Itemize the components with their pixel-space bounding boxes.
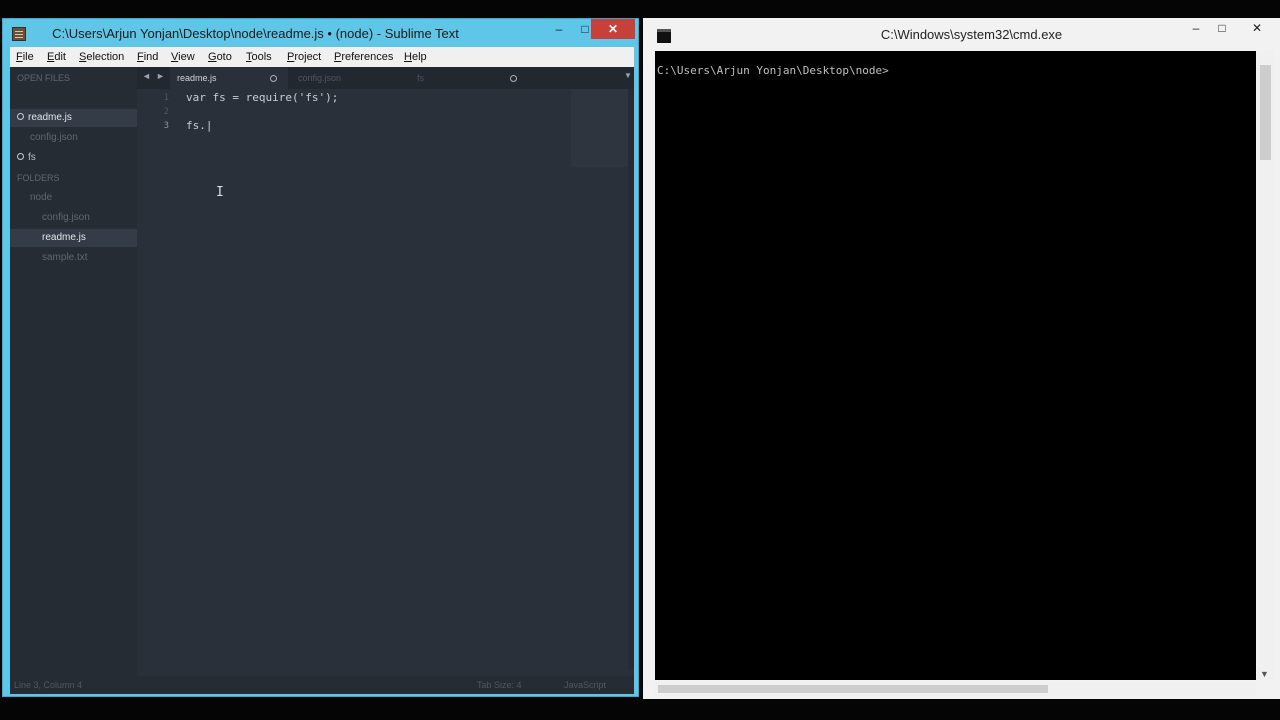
menu-tools[interactable]: Tools <box>246 51 272 63</box>
cmd-maximize-button[interactable]: □ <box>1209 18 1235 38</box>
tab-label: readme.js <box>177 73 217 83</box>
tab-label: config.json <box>298 73 342 83</box>
line-number: 3 <box>163 121 169 131</box>
folder-file-item[interactable]: sample.txt <box>10 249 137 267</box>
menu-project[interactable]: Project <box>287 51 321 63</box>
tab-bar: ◄ ► readme.js config.json fs ▼ <box>137 67 634 89</box>
cmd-prompt: C:\Users\Arjun Yonjan\Desktop\node> <box>657 64 889 77</box>
status-syntax[interactable]: JavaScript <box>564 676 606 694</box>
sublime-minimize-button[interactable]: – <box>546 19 572 39</box>
tab-label: fs <box>417 73 425 83</box>
open-file-item[interactable]: config.json <box>10 129 137 147</box>
menu-file[interactable]: File <box>16 51 34 63</box>
sublime-titlebar[interactable]: C:\Users\Arjun Yonjan\Desktop\node\readm… <box>3 19 638 47</box>
cmd-titlebar[interactable]: C:\Windows\system32\cmd.exe – □ ✕ <box>643 18 1280 50</box>
status-cursor-position: Line 3, Column 4 <box>14 680 83 690</box>
open-file-label: fs <box>28 152 36 163</box>
tab-config[interactable]: config.json <box>288 67 403 89</box>
tab-fs[interactable]: fs <box>403 67 523 89</box>
sublime-window-title: C:\Users\Arjun Yonjan\Desktop\node\readm… <box>52 26 459 41</box>
sublime-content: OPEN FILES readme.js config.json fs FOLD… <box>10 67 634 694</box>
folders-header: FOLDERS <box>17 173 60 183</box>
menu-edit[interactable]: Edit <box>47 51 66 63</box>
code-editor[interactable]: var fs = require('fs'); fs.| <box>186 89 338 154</box>
status-bar: Line 3, Column 4 Tab Size: 4 JavaScript <box>10 676 634 694</box>
cmd-vertical-scrollbar[interactable]: ▼ <box>1257 51 1274 680</box>
cmd-minimize-button[interactable]: – <box>1183 18 1209 38</box>
menu-preferences[interactable]: Preferences <box>334 51 393 63</box>
open-file-label: readme.js <box>28 112 72 123</box>
status-tab-size[interactable]: Tab Size: 4 <box>477 676 522 694</box>
menu-view[interactable]: View <box>171 51 195 63</box>
unsaved-dot-icon <box>17 152 24 160</box>
text-cursor-icon: I <box>216 185 224 200</box>
cmd-close-button[interactable]: ✕ <box>1239 18 1275 38</box>
cmd-horizontal-scroll-thumb[interactable] <box>658 685 1048 693</box>
cmd-window: C:\Windows\system32\cmd.exe – □ ✕ C:\Use… <box>643 18 1280 699</box>
menu-help[interactable]: Help <box>404 51 427 63</box>
folder-item-node[interactable]: node <box>10 189 137 207</box>
tab-readme[interactable]: readme.js <box>170 67 288 89</box>
tab-forward-arrow-icon[interactable]: ► <box>156 71 165 81</box>
cmd-console[interactable]: C:\Users\Arjun Yonjan\Desktop\node> <box>655 51 1256 680</box>
line-number: 1 <box>163 93 169 103</box>
unsaved-dot-icon[interactable] <box>270 75 277 82</box>
cmd-vertical-scroll-thumb[interactable] <box>1260 65 1271 160</box>
unsaved-dot-icon[interactable] <box>510 75 517 82</box>
folder-file-item[interactable]: readme.js <box>10 229 137 247</box>
sublime-menubar: File Edit Selection Find View Goto Tools… <box>10 47 634 67</box>
menu-goto[interactable]: Goto <box>208 51 232 63</box>
tab-back-arrow-icon[interactable]: ◄ <box>142 71 151 81</box>
code-line: fs.| <box>186 119 213 132</box>
sublime-close-button[interactable]: ✕ <box>591 19 635 39</box>
menu-selection[interactable]: Selection <box>79 51 124 63</box>
tab-dropdown-arrow-icon[interactable]: ▼ <box>624 71 632 80</box>
open-file-item[interactable]: fs <box>10 149 137 167</box>
open-file-item[interactable]: readme.js <box>10 109 137 127</box>
open-files-header: OPEN FILES <box>17 73 71 83</box>
folder-file-item[interactable]: config.json <box>10 209 137 227</box>
sublime-window: C:\Users\Arjun Yonjan\Desktop\node\readm… <box>2 18 639 697</box>
line-number: 2 <box>163 107 169 117</box>
unsaved-dot-icon <box>17 112 24 120</box>
menu-find[interactable]: Find <box>137 51 158 63</box>
minimap[interactable] <box>571 89 629 167</box>
code-line: var fs = require('fs'); <box>186 91 339 104</box>
editor-scrollbar[interactable] <box>628 89 634 669</box>
cmd-horizontal-scrollbar[interactable] <box>655 682 1256 696</box>
sidebar: OPEN FILES readme.js config.json fs FOLD… <box>10 67 137 694</box>
scroll-down-arrow-icon[interactable]: ▼ <box>1260 669 1269 679</box>
